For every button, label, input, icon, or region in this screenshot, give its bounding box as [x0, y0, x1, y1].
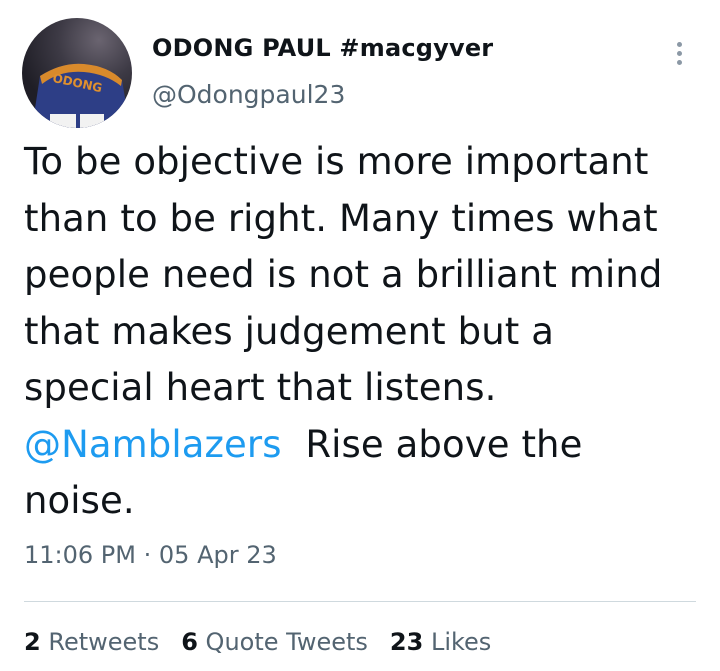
quote-tweets-stat[interactable]: 6 Quote Tweets	[181, 628, 368, 656]
avatar[interactable]: ODONG	[22, 18, 132, 128]
mention-link[interactable]: @Namblazers	[24, 423, 282, 466]
quote-tweets-count: 6	[181, 628, 198, 656]
timestamp-separator: ·	[143, 541, 152, 569]
author-display-name[interactable]: ODONG PAUL #macgyver	[152, 34, 493, 62]
tweet-text-line: that makes judgement but a	[24, 309, 554, 353]
tweet-text-line: To be objective is more important	[24, 140, 649, 183]
tweet-text-line: noise.	[24, 479, 135, 522]
likes-count: 23	[389, 628, 424, 656]
tweet-text-line: @Namblazers Rise above the	[24, 417, 704, 474]
tweet-date: 05 Apr 23	[158, 541, 277, 569]
tweet-text-line: people need is not a brilliant mind	[24, 253, 663, 296]
retweets-stat[interactable]: 2 Retweets	[24, 628, 159, 656]
more-options-button[interactable]	[664, 36, 694, 70]
more-options-icon	[676, 41, 682, 47]
tweet-timestamp[interactable]: 11:06 PM · 05 Apr 23	[24, 541, 277, 569]
likes-label: Likes	[430, 628, 492, 656]
tweet-stats: 2 Retweets 6 Quote Tweets 23 Likes	[24, 628, 491, 656]
divider	[24, 601, 696, 602]
tweet-text: To be objective is more important than t…	[24, 134, 704, 530]
retweets-label: Retweets	[48, 628, 160, 656]
likes-stat[interactable]: 23 Likes	[390, 628, 491, 656]
tweet-time: 11:06 PM	[24, 541, 136, 569]
more-options-icon-dot	[676, 50, 682, 56]
retweets-count: 2	[24, 628, 41, 656]
tweet-text-line: special heart that listens.	[24, 366, 497, 409]
tweet-text-segment: Rise above the	[305, 422, 583, 466]
more-options-icon-dot	[676, 59, 682, 65]
quote-tweets-label: Quote Tweets	[205, 628, 368, 656]
author-handle[interactable]: @Odongpaul23	[152, 80, 345, 109]
tweet-text-line: than to be right. Many times what	[24, 196, 658, 240]
